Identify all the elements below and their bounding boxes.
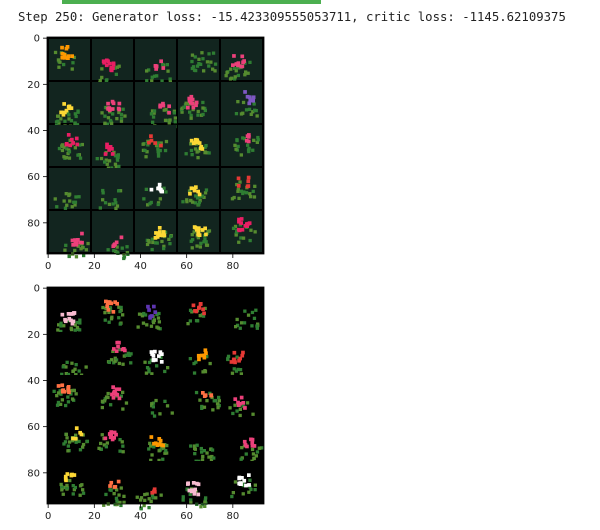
sample-tile	[49, 82, 90, 130]
sample-tile	[178, 82, 219, 123]
sample-tile	[49, 418, 90, 459]
x-tick-label: 80	[226, 261, 239, 272]
real-samples-plot: 0 20 40 60 80 0 20 40 60 80	[0, 280, 600, 530]
sample-tile	[92, 39, 133, 85]
sample-tile	[49, 125, 90, 166]
x-tick-label: 40	[134, 511, 147, 522]
sample-tile	[178, 418, 219, 463]
sample-tile	[49, 461, 90, 502]
real-samples-figure: 0 20 40 60 80 0 20 40 60 80	[27, 284, 265, 522]
sample-tile	[135, 332, 176, 376]
x-tick-label: 20	[88, 261, 101, 272]
y-tick-label: 60	[27, 422, 40, 433]
sample-tile	[135, 125, 176, 166]
x-tick-label: 60	[180, 511, 193, 522]
sample-tile	[92, 168, 133, 210]
sample-tile	[221, 418, 264, 463]
y-tick-label: 0	[34, 34, 40, 45]
x-tick-label: 0	[45, 261, 51, 272]
sample-tile	[92, 461, 133, 508]
sample-tile	[221, 82, 262, 123]
sample-tile	[49, 375, 90, 416]
sample-tile	[221, 375, 262, 423]
x-tick-label: 0	[45, 511, 51, 522]
sample-tile	[135, 289, 176, 331]
sample-tile	[178, 332, 219, 375]
x-tick-label: 40	[134, 261, 147, 272]
sample-tile	[92, 375, 133, 416]
sample-tile	[221, 125, 262, 166]
y-tick-label: 40	[27, 126, 40, 137]
sample-tile	[135, 39, 176, 84]
x-tick-label: 60	[180, 261, 193, 272]
y-tick-label: 80	[27, 468, 40, 479]
sample-tile	[92, 418, 133, 459]
sample-tile	[135, 375, 176, 418]
sample-tile	[92, 289, 133, 330]
sample-tile	[178, 375, 222, 416]
sample-tile	[178, 39, 219, 80]
sample-tile	[221, 332, 262, 376]
y-tick-label: 20	[27, 80, 40, 91]
sample-tile	[92, 125, 133, 170]
generated-samples-plot: 0 20 40 60 80 0 20 40 60 80	[0, 30, 600, 280]
y-tick-label: 20	[27, 330, 40, 341]
sample-tile	[135, 211, 176, 252]
x-tick-label: 20	[88, 511, 101, 522]
sample-tile	[135, 82, 177, 129]
sample-tile	[221, 289, 262, 330]
y-tick-label: 40	[27, 376, 40, 387]
sample-tile	[135, 168, 176, 209]
sample-tile	[221, 39, 262, 81]
sample-tile	[221, 168, 262, 209]
y-tick-label: 80	[27, 218, 40, 229]
sample-tile	[178, 168, 219, 209]
y-tick-label: 0	[34, 284, 40, 295]
sample-tile	[49, 211, 90, 259]
sample-tile	[92, 332, 133, 373]
sample-tile	[49, 39, 90, 80]
y-tick-label: 60	[27, 172, 40, 183]
sample-tile	[49, 168, 90, 210]
x-tick-label: 80	[226, 511, 239, 522]
sample-tile	[178, 125, 219, 166]
sample-tile	[221, 211, 262, 252]
sample-tile	[92, 82, 133, 126]
sample-tile	[178, 211, 219, 252]
sample-tile	[178, 289, 219, 330]
sample-tile	[135, 418, 176, 463]
training-log-line: Step 250: Generator loss: -15.4233095550…	[18, 10, 566, 24]
sample-tile	[178, 461, 219, 509]
sample-tile	[221, 461, 262, 502]
generated-samples-figure: 0 20 40 60 80 0 20 40 60 80	[27, 34, 265, 272]
progress-bar	[62, 0, 321, 4]
